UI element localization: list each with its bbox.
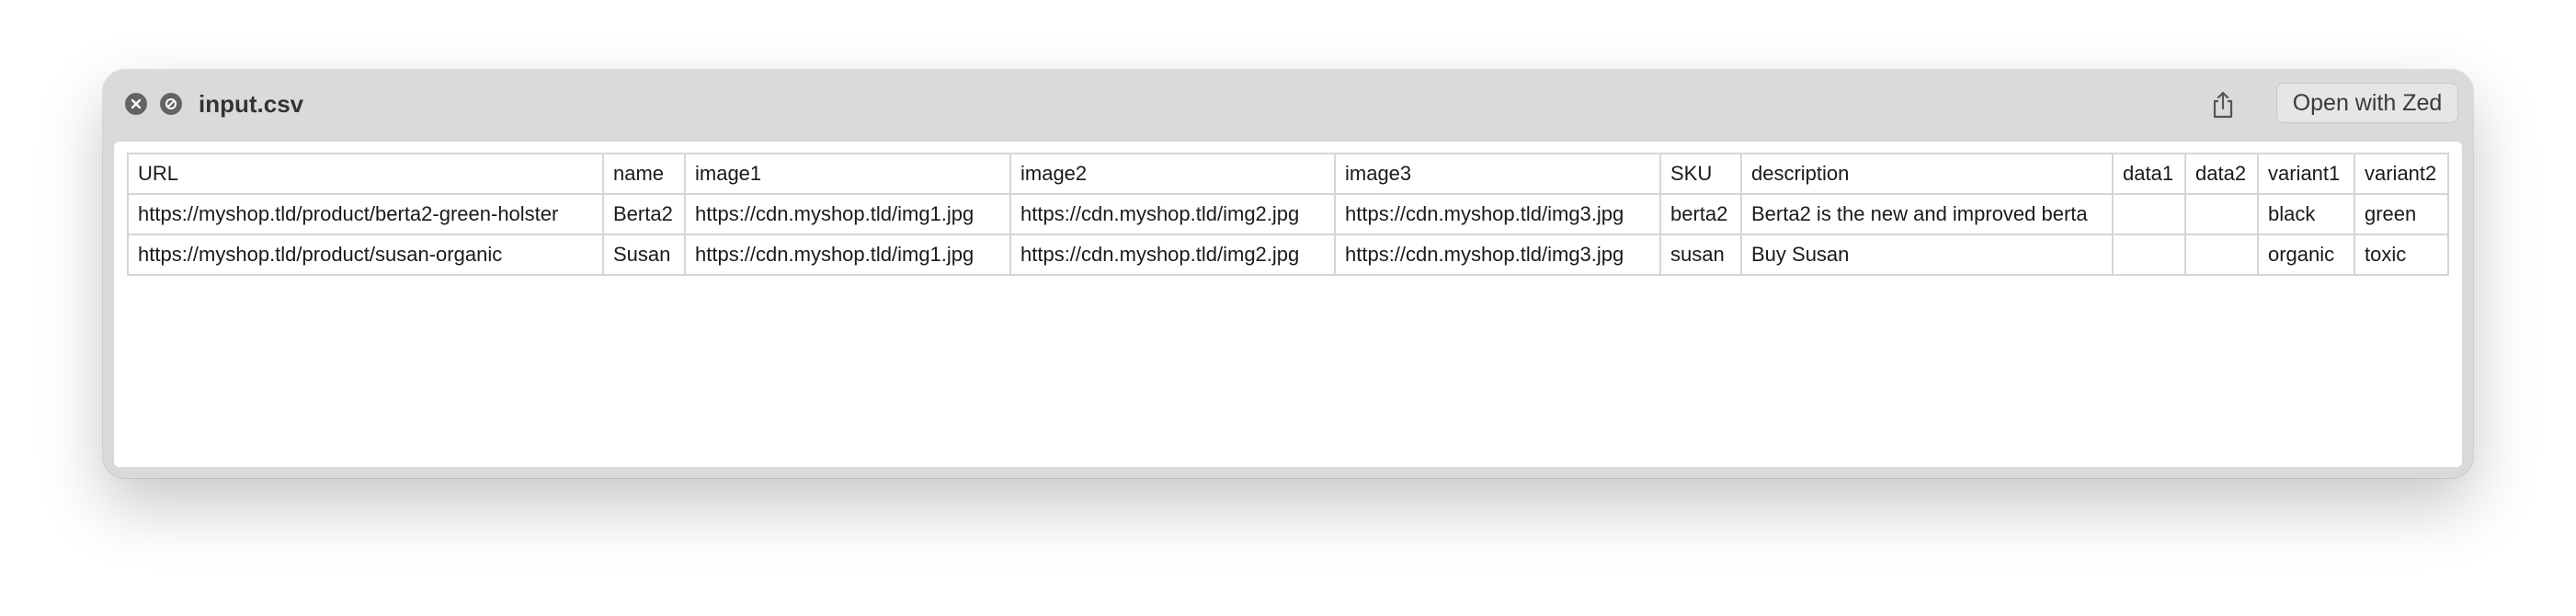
quicklook-window: input.csv Open with Zed URL name image1 …: [103, 70, 2473, 478]
header-cell-sku: SKU: [1659, 153, 1742, 195]
table-cell: [2184, 193, 2259, 235]
no-symbol-icon: [165, 98, 177, 109]
table-cell: green: [2354, 193, 2449, 235]
table-cell: susan: [1659, 234, 1742, 276]
header-cell-url: URL: [127, 153, 604, 195]
table-cell: https://cdn.myshop.tld/img1.jpg: [684, 193, 1011, 235]
share-button[interactable]: [2203, 85, 2243, 125]
table-cell: berta2: [1659, 193, 1742, 235]
header-cell-variant2: variant2: [2354, 153, 2449, 195]
table-cell: https://cdn.myshop.tld/img3.jpg: [1334, 193, 1661, 235]
no-symbol-button[interactable]: [160, 93, 182, 115]
share-icon: [2213, 91, 2233, 119]
table-cell: https://myshop.tld/product/susan-organic: [127, 234, 604, 276]
close-icon: [131, 98, 142, 109]
title-bar: input.csv Open with Zed: [103, 70, 2473, 140]
csv-preview-area: URL name image1 image2 image3 SKU descri…: [114, 142, 2462, 467]
header-cell-image3: image3: [1334, 153, 1661, 195]
table-row: https://myshop.tld/product/susan-organic…: [127, 234, 2449, 276]
table-cell: Berta2 is the new and improved berta: [1740, 193, 2114, 235]
table-cell: [2112, 193, 2186, 235]
table-cell: organic: [2257, 234, 2355, 276]
header-cell-image2: image2: [1009, 153, 1336, 195]
table-cell: https://myshop.tld/product/berta2-green-…: [127, 193, 604, 235]
table-row: https://myshop.tld/product/berta2-green-…: [127, 193, 2449, 235]
header-cell-variant1: variant1: [2257, 153, 2355, 195]
table-cell: black: [2257, 193, 2355, 235]
table-cell: https://cdn.myshop.tld/img3.jpg: [1334, 234, 1661, 276]
table-cell: [2112, 234, 2186, 276]
table-cell: https://cdn.myshop.tld/img2.jpg: [1009, 193, 1336, 235]
header-cell-data2: data2: [2184, 153, 2259, 195]
window-title: input.csv: [199, 90, 304, 118]
table-header-row: URL name image1 image2 image3 SKU descri…: [127, 153, 2449, 195]
header-cell-description: description: [1740, 153, 2114, 195]
header-cell-data1: data1: [2112, 153, 2186, 195]
close-button[interactable]: [125, 93, 147, 115]
table-cell: Susan: [602, 234, 686, 276]
header-cell-image1: image1: [684, 153, 1011, 195]
open-with-zed-button[interactable]: Open with Zed: [2276, 83, 2458, 123]
table-cell: [2184, 234, 2259, 276]
table-cell: https://cdn.myshop.tld/img1.jpg: [684, 234, 1011, 276]
header-cell-name: name: [602, 153, 686, 195]
table-cell: Berta2: [602, 193, 686, 235]
table-cell: Buy Susan: [1740, 234, 2114, 276]
table-cell: toxic: [2354, 234, 2449, 276]
csv-table: URL name image1 image2 image3 SKU descri…: [127, 153, 2449, 276]
table-cell: https://cdn.myshop.tld/img2.jpg: [1009, 234, 1336, 276]
